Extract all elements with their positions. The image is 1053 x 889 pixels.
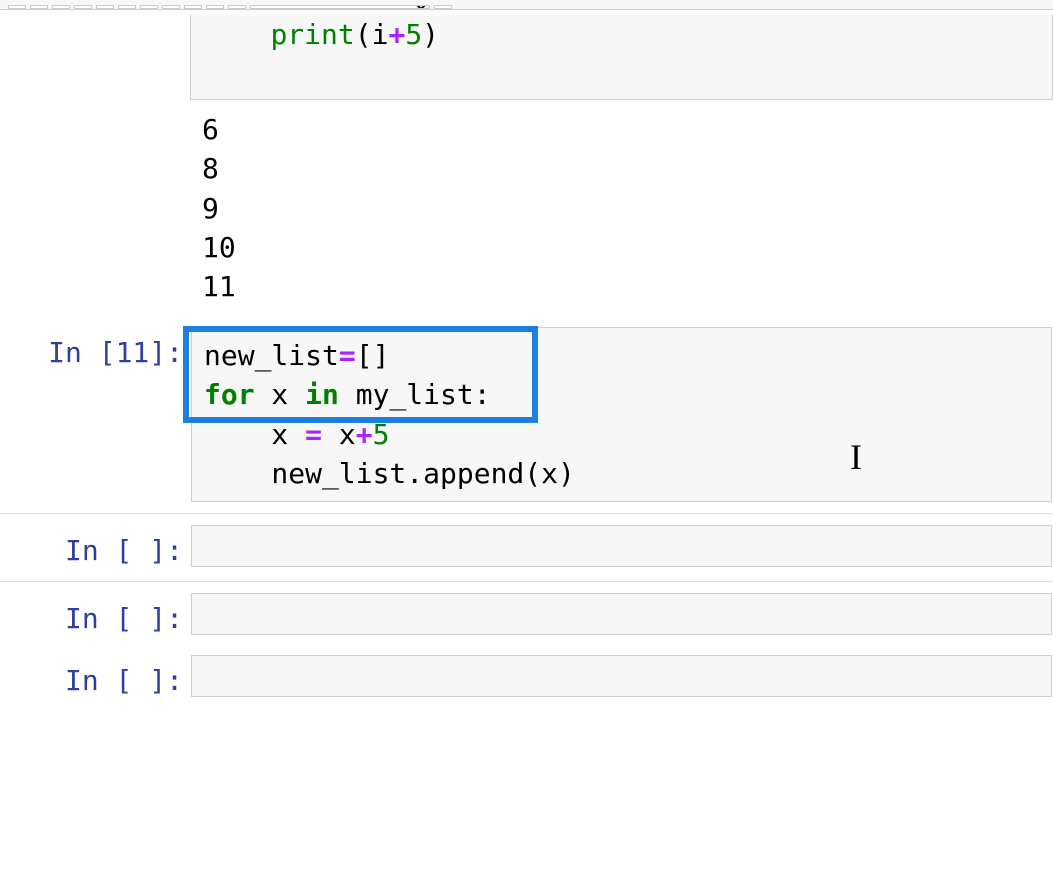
input-prompt: In [11]: bbox=[1, 327, 191, 502]
toolbar-cut-button[interactable] bbox=[52, 5, 70, 9]
toolbar-paste-button[interactable] bbox=[96, 5, 114, 9]
toolbar-save-button[interactable] bbox=[8, 5, 26, 9]
code-editor[interactable]: new_list=[] for x in my_list: x = x+5 ne… bbox=[191, 327, 1052, 502]
toolbar-restart-run-button[interactable] bbox=[228, 5, 246, 9]
toolbar-move-down-button[interactable] bbox=[140, 5, 158, 9]
cell-type-selector[interactable] bbox=[250, 5, 430, 9]
input-prompt: In [ ]: bbox=[1, 525, 191, 570]
toolbar-restart-button[interactable] bbox=[206, 5, 224, 9]
jupyter-toolbar bbox=[0, 0, 1053, 10]
toolbar-interrupt-button[interactable] bbox=[184, 5, 202, 9]
input-prompt: In [ ]: bbox=[1, 593, 191, 638]
toolbar-command-palette-button[interactable] bbox=[434, 5, 452, 9]
partial-code-cell-top[interactable]: print(i+5) bbox=[190, 15, 1053, 100]
notebook-container: print(i+5) 6 8 9 10 11 In [11]: new_list… bbox=[0, 10, 1053, 706]
toolbar-move-up-button[interactable] bbox=[118, 5, 136, 9]
cell-output: 6 8 9 10 11 bbox=[190, 100, 1053, 316]
code-editor[interactable] bbox=[191, 525, 1052, 567]
code-cell: In [ ]: bbox=[0, 649, 1053, 706]
code-cell: In [ ]: bbox=[0, 519, 1053, 576]
toolbar-run-button[interactable] bbox=[162, 5, 180, 9]
code-cell: In [ ]: bbox=[0, 587, 1053, 644]
code-editor[interactable] bbox=[191, 655, 1052, 697]
input-prompt: In [ ]: bbox=[1, 655, 191, 700]
cell-divider bbox=[0, 513, 1053, 514]
cell-divider bbox=[0, 581, 1053, 582]
toolbar-add-cell-button[interactable] bbox=[30, 5, 48, 9]
code-editor[interactable] bbox=[191, 593, 1052, 635]
toolbar-copy-button[interactable] bbox=[74, 5, 92, 9]
code-cell: In [11]: new_list=[] for x in my_list: x… bbox=[0, 321, 1053, 508]
